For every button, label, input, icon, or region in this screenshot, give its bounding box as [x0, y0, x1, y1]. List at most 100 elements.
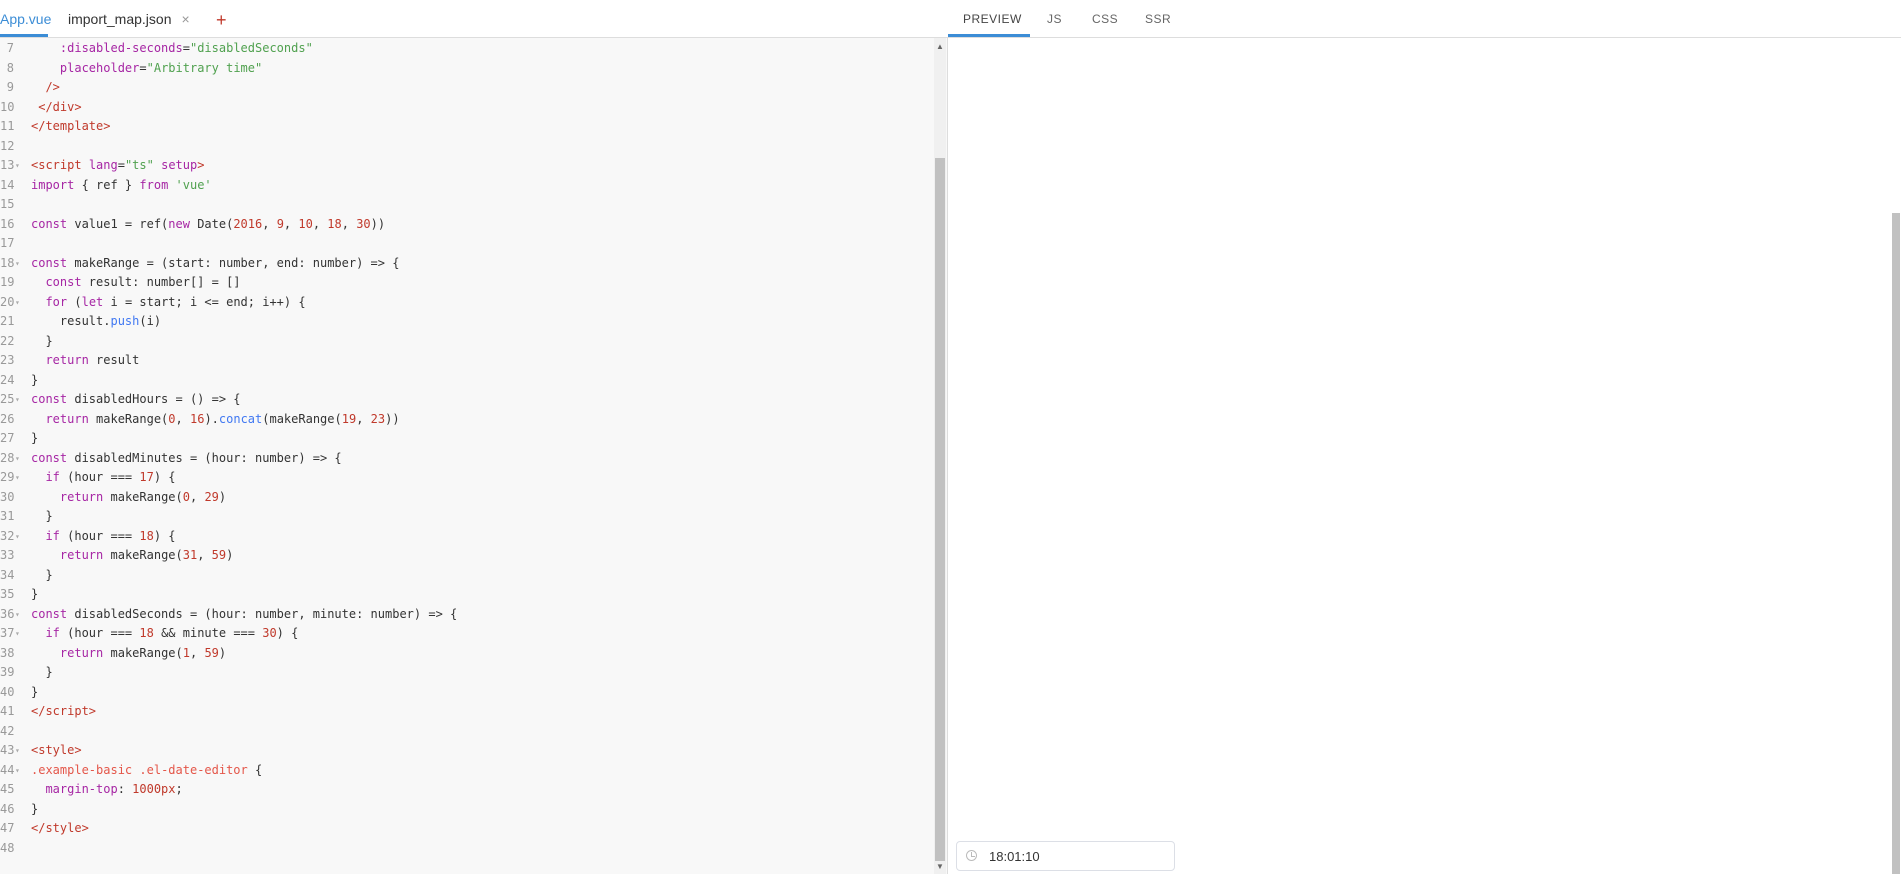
line-number: 23	[0, 353, 15, 367]
add-file-button[interactable]: +	[216, 0, 227, 38]
code-text: const disabledMinutes = (hour: number) =…	[31, 450, 342, 465]
tab-css[interactable]: CSS	[1092, 0, 1118, 37]
code-text: result.push(i)	[31, 314, 162, 328]
tab-label: PREVIEW	[963, 12, 1022, 26]
scrollbar-thumb[interactable]	[1892, 213, 1900, 874]
code-text: import { ref } from 'vue'	[31, 177, 212, 192]
fold-chevron-icon[interactable]: ▾	[15, 156, 20, 176]
tab-js[interactable]: JS	[1047, 0, 1062, 37]
line-number: 39	[0, 665, 15, 679]
editor-scrollbar[interactable]: ▲ ▼	[934, 38, 946, 874]
code-text: const result: number[] = []	[45, 275, 241, 289]
preview-tab-bar: PREVIEW JS CSS SSR	[948, 0, 1901, 38]
line-number: 22	[0, 333, 15, 348]
line-number: 15	[0, 197, 15, 211]
line-number: 45	[0, 782, 15, 796]
fold-chevron-icon[interactable]: ▾	[15, 449, 20, 469]
line-number: 12	[0, 138, 15, 153]
code-text: }	[31, 801, 39, 816]
line-number: 28	[0, 450, 15, 465]
code-text: }	[31, 684, 39, 699]
line-number: 19	[0, 275, 15, 289]
code-text: </template>	[31, 119, 111, 133]
tab-label: SSR	[1145, 12, 1172, 26]
code-text: for (let i = start; i <= end; i++) {	[45, 294, 306, 309]
line-number: 43	[0, 743, 15, 757]
line-number: 38	[0, 645, 15, 660]
scrollbar-thumb[interactable]	[935, 158, 945, 861]
preview-scrollbar[interactable]	[1891, 38, 1901, 874]
fold-chevron-icon[interactable]: ▾	[15, 624, 20, 644]
code-text: if (hour === 17) {	[45, 470, 176, 484]
code-text: return makeRange(31, 59)	[59, 548, 234, 562]
line-number: 32	[0, 528, 15, 543]
fold-chevron-icon[interactable]: ▾	[15, 390, 20, 410]
tab-label: JS	[1047, 12, 1063, 26]
code-text: return makeRange(0, 16).concat(makeRange…	[45, 411, 400, 426]
code-text: </script>	[31, 704, 97, 718]
fold-chevron-icon[interactable]: ▾	[15, 468, 20, 488]
time-value: 18:01:10	[989, 849, 1040, 864]
line-number: 17	[0, 236, 15, 250]
fold-chevron-icon[interactable]: ▾	[15, 293, 20, 313]
fold-chevron-icon[interactable]: ▾	[15, 254, 20, 274]
line-number: 47	[0, 821, 15, 835]
fold-chevron-icon[interactable]: ▾	[15, 605, 20, 625]
line-number: 41	[0, 704, 15, 718]
code-text: return result	[45, 353, 140, 367]
tab-label: App.vue	[0, 11, 52, 27]
line-number: 7	[6, 41, 14, 55]
line-number: 33	[0, 548, 15, 562]
tab-preview[interactable]: PREVIEW	[948, 0, 1030, 37]
tab-label: CSS	[1092, 12, 1119, 26]
code-text: </div>	[38, 99, 82, 114]
line-number: 35	[0, 587, 15, 601]
line-number: 34	[0, 567, 15, 582]
line-number: 11	[0, 119, 15, 133]
code-text: margin-top: 1000px;	[45, 782, 183, 796]
file-tab-bar: App.vue import_map.json × +	[0, 0, 948, 38]
code-text: }	[31, 333, 53, 348]
fold-chevron-icon[interactable]: ▾	[15, 741, 20, 761]
preview-pane: PREVIEW JS CSS SSR 18:01:10	[948, 0, 1901, 874]
code-text: const makeRange = (start: number, end: n…	[31, 255, 400, 270]
time-picker-input[interactable]: 18:01:10	[956, 841, 1175, 871]
close-icon[interactable]: ×	[182, 11, 190, 27]
code-text: const disabledSeconds = (hour: number, m…	[31, 606, 458, 621]
fold-chevron-icon[interactable]: ▾	[15, 761, 20, 781]
tab-app-vue[interactable]: App.vue	[0, 0, 52, 37]
code-text: </style>	[31, 821, 89, 835]
code-text: const disabledHours = () => {	[31, 392, 241, 406]
line-number: 16	[0, 216, 15, 231]
scroll-down-icon[interactable]: ▼	[936, 862, 944, 871]
clock-icon	[966, 850, 977, 861]
code-text: if (hour === 18) {	[45, 528, 176, 543]
line-number: 27	[0, 431, 15, 445]
scroll-up-icon[interactable]: ▲	[936, 42, 944, 51]
line-number: 30	[0, 489, 15, 504]
tab-import-map[interactable]: import_map.json ×	[68, 0, 190, 37]
line-number: 29	[0, 470, 15, 484]
code-text: return makeRange(1, 59)	[59, 645, 227, 660]
code-text: />	[45, 80, 60, 94]
code-area[interactable]: 7 :disabled-seconds="disabledSeconds" 8 p…	[0, 38, 934, 874]
line-number: 36	[0, 606, 15, 621]
line-number: 13	[0, 158, 15, 172]
line-number: 9	[6, 80, 14, 94]
code-text: }	[31, 372, 39, 387]
code-text: <script lang="ts" setup>	[31, 158, 205, 172]
fold-chevron-icon[interactable]: ▾	[15, 527, 20, 547]
line-number: 37	[0, 626, 15, 640]
code-text: <style>	[31, 743, 82, 757]
code-text: if (hour === 18 && minute === 30) {	[45, 626, 299, 640]
code-text: .example-basic .el-date-editor {	[31, 762, 263, 777]
line-number: 8	[6, 60, 14, 75]
code-text: return makeRange(0, 29)	[59, 489, 227, 504]
line-number: 46	[0, 801, 15, 816]
code-text: const value1 = ref(new Date(2016, 9, 10,…	[31, 216, 386, 231]
line-number: 31	[0, 509, 15, 523]
tab-ssr[interactable]: SSR	[1145, 0, 1171, 37]
line-number: 48	[0, 840, 15, 855]
code-text: }	[31, 567, 53, 582]
tab-label: import_map.json	[68, 11, 172, 27]
